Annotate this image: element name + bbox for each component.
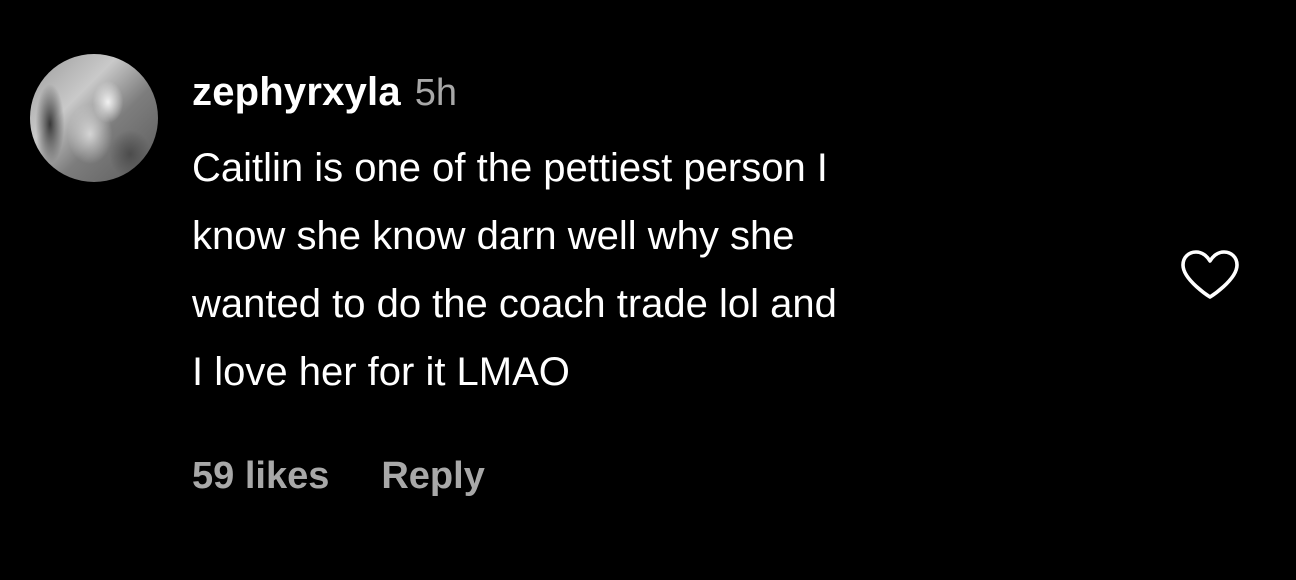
timestamp: 5h xyxy=(414,72,458,114)
heart-outline-icon xyxy=(1179,249,1241,301)
comment: zephyrxyla 5h Caitlin is one of the pett… xyxy=(0,0,1296,580)
comment-actions: 59 likes Reply xyxy=(192,455,485,498)
reply-button[interactable]: Reply xyxy=(381,455,484,498)
comment-text-line: I love her for it LMAO xyxy=(192,350,570,394)
comment-text-line: know she know darn well why she xyxy=(192,214,795,258)
comment-text: Caitlin is one of the pettiest person I … xyxy=(192,134,1152,406)
comment-header: zephyrxyla 5h xyxy=(192,70,457,120)
comment-text-line: Caitlin is one of the pettiest person I xyxy=(192,146,828,190)
username[interactable]: zephyrxyla xyxy=(192,70,401,115)
avatar[interactable] xyxy=(30,54,158,182)
likes-count[interactable]: 59 likes xyxy=(192,455,329,498)
comment-text-line: wanted to do the coach trade lol and xyxy=(192,282,837,326)
like-button[interactable] xyxy=(1178,246,1242,304)
